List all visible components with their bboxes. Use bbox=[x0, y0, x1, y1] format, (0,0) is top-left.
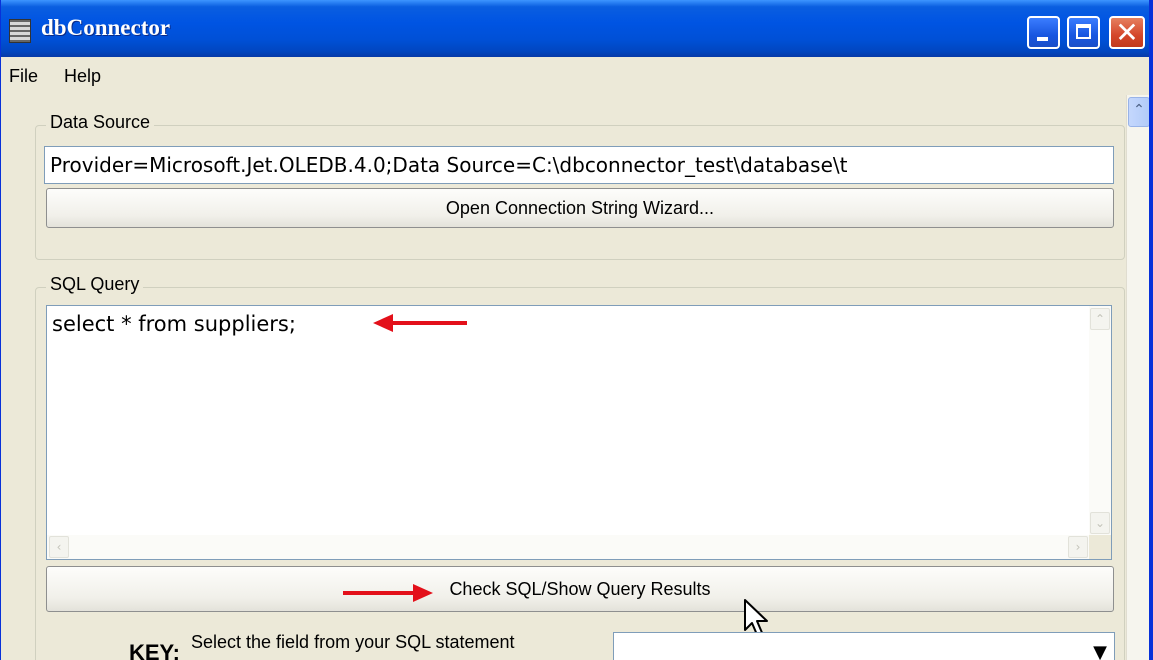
sql-query-textarea[interactable]: select * from suppliers; ⌃ ⌄ ‹ › bbox=[46, 305, 1112, 560]
close-button[interactable]: ✕ bbox=[1109, 16, 1145, 49]
sql-query-label: SQL Query bbox=[46, 274, 144, 295]
key-description: Select the field from your SQL statement bbox=[191, 632, 515, 652]
annotation-arrow-sql-line bbox=[389, 321, 467, 325]
scrollbar-corner bbox=[1089, 535, 1111, 559]
maximize-icon bbox=[1076, 24, 1091, 39]
maximize-button[interactable] bbox=[1067, 16, 1100, 49]
annotation-arrow-sql-head bbox=[373, 314, 393, 332]
annotation-arrow-button-line bbox=[343, 591, 417, 595]
minimize-button[interactable] bbox=[1027, 16, 1060, 49]
menu-help[interactable]: Help bbox=[64, 66, 101, 87]
annotation-arrow-button-head bbox=[413, 584, 433, 602]
menu-bar: File Help bbox=[1, 57, 1149, 95]
key-field-dropdown[interactable]: ▼ bbox=[613, 632, 1115, 660]
scroll-left-icon[interactable]: ‹ bbox=[49, 536, 69, 558]
scroll-up-icon[interactable]: ⌃ bbox=[1090, 308, 1110, 330]
close-icon: ✕ bbox=[1115, 16, 1139, 49]
window-title: dbConnector bbox=[41, 15, 171, 40]
check-sql-button[interactable]: Check SQL/Show Query Results bbox=[46, 566, 1114, 612]
scroll-down-icon[interactable]: ⌄ bbox=[1090, 512, 1110, 534]
sql-query-group: SQL Query select * from suppliers; ⌃ ⌄ ‹… bbox=[35, 274, 1125, 660]
key-label: KEY: bbox=[129, 640, 180, 660]
app-icon[interactable] bbox=[9, 19, 31, 43]
title-bar[interactable]: dbConnector ✕ bbox=[1, 0, 1149, 57]
menu-file[interactable]: File bbox=[9, 66, 38, 87]
connection-string-input[interactable]: Provider=Microsoft.Jet.OLEDB.4.0;Data So… bbox=[44, 146, 1114, 184]
minimize-icon bbox=[1037, 37, 1048, 41]
data-source-label: Data Source bbox=[46, 112, 155, 133]
scroll-right-icon[interactable]: › bbox=[1068, 536, 1088, 558]
open-connection-wizard-button[interactable]: Open Connection String Wizard... bbox=[46, 188, 1114, 228]
sql-horizontal-scrollbar[interactable]: ‹ › bbox=[47, 535, 1090, 559]
main-panel: Data Source Provider=Microsoft.Jet.OLEDB… bbox=[1, 95, 1126, 660]
sql-query-text: select * from suppliers; bbox=[52, 312, 296, 336]
app-window: dbConnector ✕ File Help Data Source Prov… bbox=[0, 0, 1153, 660]
window-vertical-scrollbar[interactable]: ⌃ bbox=[1126, 95, 1149, 660]
sql-vertical-scrollbar[interactable]: ⌃ ⌄ bbox=[1089, 306, 1111, 536]
data-source-group: Data Source Provider=Microsoft.Jet.OLEDB… bbox=[35, 112, 1125, 260]
scroll-up-icon[interactable]: ⌃ bbox=[1128, 97, 1149, 127]
chevron-down-icon[interactable]: ▼ bbox=[1086, 633, 1114, 660]
